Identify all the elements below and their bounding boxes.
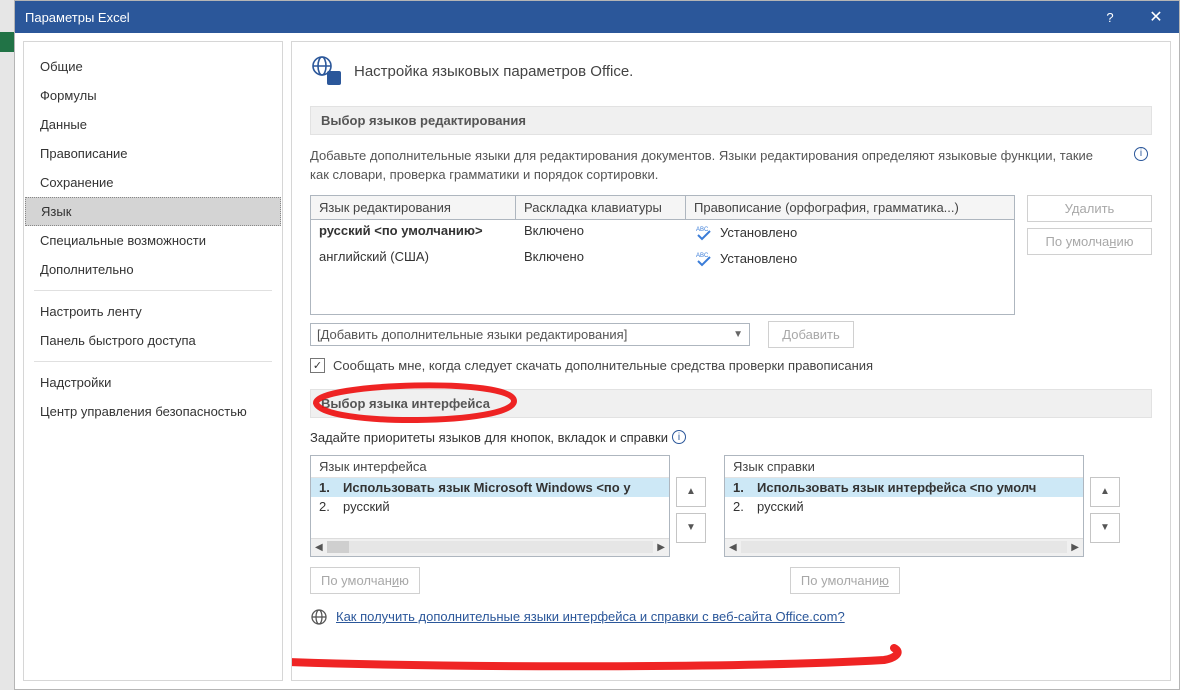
titlebar: Параметры Excel ? ✕ (15, 1, 1179, 33)
cell-proofing: ABCУстановлено (686, 246, 1014, 272)
th-proofing: Правописание (орфография, грамматика...) (686, 196, 1014, 220)
hscrollbar[interactable]: ◀▶ (311, 538, 669, 556)
sidebar-item[interactable]: Специальные возможности (24, 226, 282, 255)
list-item[interactable]: 2.русский (725, 497, 1083, 516)
close-button[interactable]: ✕ (1133, 1, 1179, 33)
svg-text:字: 字 (329, 72, 339, 85)
globe-icon (310, 608, 328, 626)
table-row[interactable]: английский (США)ВключеноABCУстановлено (311, 246, 1014, 272)
sidebar-item[interactable]: Сохранение (24, 168, 282, 197)
table-row[interactable]: русский <по умолчанию>ВключеноABCУстанов… (311, 220, 1014, 246)
list-item[interactable]: 2.русский (311, 497, 669, 516)
help-language-list[interactable]: Язык справки 1.Использовать язык интерфе… (724, 455, 1084, 557)
display-set-default[interactable]: По умолчанию (310, 567, 420, 594)
help-language-block: Язык справки 1.Использовать язык интерфе… (724, 455, 1120, 557)
dialog-title: Параметры Excel (25, 10, 1087, 25)
table-header: Язык редактирования Раскладка клавиатуры… (311, 196, 1014, 220)
move-up-button[interactable]: ▲ (1090, 477, 1120, 507)
cell-keyboard: Включено (516, 246, 686, 272)
editing-languages-description: Добавьте дополнительные языки для редакт… (310, 147, 1152, 185)
ui-lang-description: Задайте приоритеты языков для кнопок, вк… (310, 430, 668, 445)
delete-button[interactable]: Удалить (1027, 195, 1152, 222)
sidebar-item[interactable]: Дополнительно (24, 255, 282, 284)
sidebar-item[interactable]: Формулы (24, 81, 282, 110)
sidebar-item[interactable]: Общие (24, 52, 282, 81)
info-icon[interactable]: i (672, 430, 686, 444)
heading-text: Настройка языковых параметров Office. (354, 63, 633, 80)
cell-proofing: ABCУстановлено (686, 220, 1014, 246)
sidebar-item[interactable]: Надстройки (24, 368, 282, 397)
svg-text:ABC: ABC (696, 227, 709, 233)
th-language: Язык редактирования (311, 196, 516, 220)
set-default-button[interactable]: По умолчанию (1027, 228, 1152, 255)
cell-keyboard: Включено (516, 220, 686, 246)
ui-language-section: Выбор языка интерфейса (310, 389, 1152, 418)
hscrollbar[interactable]: ◀▶ (725, 538, 1083, 556)
add-button[interactable]: Добавить (768, 321, 854, 348)
desc1-text: Добавьте дополнительные языки для редакт… (310, 148, 1093, 182)
category-sidebar: ОбщиеФормулыДанныеПравописаниеСохранение… (23, 41, 283, 681)
checkbox-icon: ✓ (310, 358, 325, 373)
editing-languages-section: Выбор языков редактирования (310, 106, 1152, 135)
excel-left-strip (0, 32, 14, 52)
excel-options-dialog: Параметры Excel ? ✕ ОбщиеФормулыДанныеПр… (14, 0, 1180, 690)
sidebar-item[interactable]: Правописание (24, 139, 282, 168)
editing-languages-table[interactable]: Язык редактирования Раскладка клавиатуры… (310, 195, 1015, 315)
combo-text: [Добавить дополнительные языки редактиро… (317, 327, 627, 342)
more-languages-link[interactable]: Как получить дополнительные языки интерф… (336, 609, 845, 624)
cell-lang: русский <по умолчанию> (311, 220, 516, 246)
add-language-combo[interactable]: [Добавить дополнительные языки редактиро… (310, 323, 750, 346)
info-icon[interactable]: i (1134, 147, 1148, 161)
help-set-default[interactable]: По умолчанию (790, 567, 900, 594)
display-language-block: Язык интерфейса 1.Использовать язык Micr… (310, 455, 706, 557)
move-down-button[interactable]: ▼ (676, 513, 706, 543)
sidebar-item[interactable]: Центр управления безопасностью (24, 397, 282, 426)
content-pane: 字 Настройка языковых параметров Office. … (291, 41, 1171, 681)
chevron-down-icon: ▼ (733, 329, 743, 340)
list-item[interactable]: 1.Использовать язык интерфейса <по умолч (725, 478, 1083, 497)
th-keyboard: Раскладка клавиатуры (516, 196, 686, 220)
svg-text:ABC: ABC (696, 253, 709, 259)
checkbox-label: Сообщать мне, когда следует скачать допо… (333, 358, 873, 373)
sidebar-item[interactable]: Данные (24, 110, 282, 139)
cell-lang: английский (США) (311, 246, 516, 272)
sidebar-item[interactable]: Язык (25, 197, 281, 226)
sidebar-item[interactable]: Настроить ленту (24, 297, 282, 326)
display-language-list[interactable]: Язык интерфейса 1.Использовать язык Micr… (310, 455, 670, 557)
notify-checkbox-row[interactable]: ✓ Сообщать мне, когда следует скачать до… (310, 358, 1152, 373)
list-item[interactable]: 1.Использовать язык Microsoft Windows <п… (311, 478, 669, 497)
sidebar-item[interactable]: Панель быстрого доступа (24, 326, 282, 355)
move-up-button[interactable]: ▲ (676, 477, 706, 507)
help-button[interactable]: ? (1087, 1, 1133, 33)
display-list-header: Язык интерфейса (311, 456, 669, 478)
language-section-icon: 字 (310, 54, 344, 88)
help-list-header: Язык справки (725, 456, 1083, 478)
move-down-button[interactable]: ▼ (1090, 513, 1120, 543)
